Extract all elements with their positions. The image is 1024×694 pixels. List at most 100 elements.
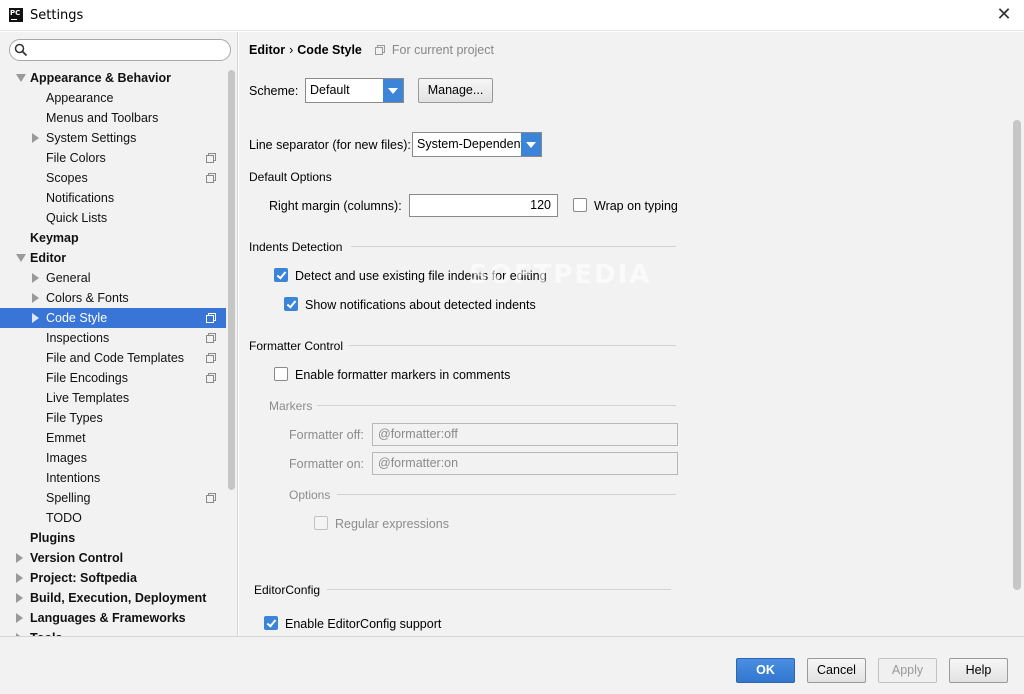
sidebar-item-languages-frameworks[interactable]: Languages & Frameworks — [0, 608, 226, 628]
sidebar-item-spelling[interactable]: Spelling — [0, 488, 226, 508]
line-separator-label: Line separator (for new files): — [249, 138, 411, 152]
breadcrumb-note: For current project — [391, 43, 494, 57]
scheme-value: Default — [310, 83, 350, 97]
sidebar-item-live-templates[interactable]: Live Templates — [0, 388, 226, 408]
regular-expressions-checkbox[interactable] — [314, 516, 328, 530]
detect-indents-checkbox[interactable] — [274, 268, 288, 282]
wrap-on-typing-checkbox[interactable] — [573, 198, 587, 212]
expand-down-icon[interactable] — [16, 254, 26, 262]
expand-right-icon[interactable] — [16, 613, 23, 623]
sidebar-item-scopes[interactable]: Scopes — [0, 168, 226, 188]
settings-sidebar: Appearance & Behavior Appearance Menus and… — [0, 32, 238, 636]
expand-right-icon[interactable] — [16, 593, 23, 603]
sidebar-item-images[interactable]: Images — [0, 448, 226, 468]
sidebar-item-version-control[interactable]: Version Control — [0, 548, 226, 568]
sidebar-item-quick-lists[interactable]: Quick Lists — [0, 208, 226, 228]
show-notifications-checkbox[interactable] — [284, 297, 298, 311]
scheme-combobox[interactable]: Default — [305, 78, 404, 103]
sidebar-item-label: Live Templates — [46, 391, 130, 405]
section-divider — [349, 345, 676, 346]
sidebar-item-label: Scopes — [46, 171, 88, 185]
expand-right-icon[interactable] — [32, 313, 39, 323]
sidebar-item-system-settings[interactable]: System Settings — [0, 128, 226, 148]
enable-formatter-markers-checkbox[interactable] — [274, 367, 288, 381]
chevron-down-icon[interactable] — [383, 79, 403, 102]
sidebar-item-todo[interactable]: TODO — [0, 508, 226, 528]
sidebar-item-menus-and-toolbars[interactable]: Menus and Toolbars — [0, 108, 226, 128]
formatter-off-label: Formatter off: — [289, 428, 364, 442]
sidebar-item-label: Code Style — [46, 311, 108, 325]
sidebar-item-label: Editor — [30, 251, 67, 265]
search-input[interactable] — [32, 42, 222, 58]
window-title: Settings — [30, 8, 84, 23]
sidebar-item-notifications[interactable]: Notifications — [0, 188, 226, 208]
sidebar-item-general[interactable]: General — [0, 268, 226, 288]
sidebar-item-file-colors[interactable]: File Colors — [0, 148, 226, 168]
markers-title: Markers — [269, 399, 313, 413]
enable-editorconfig-checkbox[interactable] — [264, 616, 278, 630]
project-scope-icon — [206, 373, 216, 383]
project-scope-icon — [206, 353, 216, 363]
sidebar-item-label: General — [46, 271, 91, 285]
enable-formatter-markers-label: Enable formatter markers in comments — [295, 368, 511, 382]
wrap-on-typing-label: Wrap on typing — [594, 199, 678, 213]
expand-right-icon[interactable] — [16, 573, 23, 583]
apply-button[interactable]: Apply — [878, 658, 937, 683]
regular-expressions-label: Regular expressions — [335, 517, 449, 531]
sidebar-scrollbar[interactable] — [228, 70, 235, 490]
sidebar-item-plugins[interactable]: Plugins — [0, 528, 226, 548]
expand-right-icon[interactable] — [32, 133, 39, 143]
sidebar-item-label: Images — [46, 451, 87, 465]
section-divider — [337, 494, 676, 495]
sidebar-item-editor[interactable]: Editor — [0, 248, 226, 268]
expand-down-icon[interactable] — [16, 74, 26, 82]
options-title: Options — [289, 488, 331, 502]
sidebar-item-label: Build, Execution, Deployment — [30, 591, 207, 605]
softpedia-watermark: SOFTPEDIA — [469, 260, 652, 290]
content-scrollbar[interactable] — [1013, 120, 1021, 590]
sidebar-item-project-softpedia[interactable]: Project: Softpedia — [0, 568, 226, 588]
expand-right-icon[interactable] — [32, 293, 39, 303]
sidebar-item-tools[interactable]: Tools — [0, 628, 226, 636]
sidebar-item-colors-fonts[interactable]: Colors & Fonts — [0, 288, 226, 308]
sidebar-item-file-types[interactable]: File Types — [0, 408, 226, 428]
sidebar-item-label: TODO — [46, 511, 82, 525]
cancel-button[interactable]: Cancel — [807, 658, 866, 683]
expand-right-icon[interactable] — [16, 553, 23, 563]
formatter-on-input[interactable]: @formatter:on — [372, 452, 678, 475]
indents-detection-title: Indents Detection — [249, 240, 343, 254]
sidebar-item-label: File Colors — [46, 151, 106, 165]
ok-button[interactable]: OK — [736, 658, 795, 683]
chevron-down-icon[interactable] — [521, 133, 541, 156]
sidebar-item-label: Spelling — [46, 491, 91, 505]
sidebar-item-file-encodings[interactable]: File Encodings — [0, 368, 226, 388]
sidebar-item-inspections[interactable]: Inspections — [0, 328, 226, 348]
project-scope-icon — [206, 493, 216, 503]
sidebar-item-keymap[interactable]: Keymap — [0, 228, 226, 248]
breadcrumb: Editor › Code Style For current project — [249, 43, 494, 57]
sidebar-item-build-execution-deployment[interactable]: Build, Execution, Deployment — [0, 588, 226, 608]
sidebar-item-appearance[interactable]: Appearance — [0, 88, 226, 108]
manage-button[interactable]: Manage... — [418, 78, 493, 103]
search-field[interactable] — [9, 39, 231, 61]
sidebar-item-intentions[interactable]: Intentions — [0, 468, 226, 488]
line-separator-combobox[interactable]: System-Dependent — [412, 132, 542, 157]
close-icon[interactable]: ✕ — [994, 5, 1014, 25]
sidebar-item-emmet[interactable]: Emmet — [0, 428, 226, 448]
sidebar-item-label: Colors & Fonts — [46, 291, 129, 305]
right-margin-input[interactable]: 120 — [409, 194, 558, 217]
sidebar-item-label: Intentions — [46, 471, 101, 485]
sidebar-item-label: Languages & Frameworks — [30, 611, 186, 625]
expand-right-icon[interactable] — [32, 273, 39, 283]
search-icon — [14, 43, 28, 57]
sidebar-item-label: Project: Softpedia — [30, 571, 137, 585]
sidebar-item-file-and-code-templates[interactable]: File and Code Templates — [0, 348, 226, 368]
sidebar-item-appearance-behavior[interactable]: Appearance & Behavior — [0, 68, 226, 88]
help-button[interactable]: Help — [949, 658, 1008, 683]
default-options-title: Default Options — [249, 170, 332, 184]
dialog-button-bar: OK Cancel Apply Help — [0, 636, 1024, 694]
formatter-off-input[interactable]: @formatter:off — [372, 423, 678, 446]
line-separator-value: System-Dependent — [417, 137, 525, 151]
sidebar-item-code-style[interactable]: Code Style — [0, 308, 226, 328]
sidebar-item-label: Keymap — [30, 231, 79, 245]
